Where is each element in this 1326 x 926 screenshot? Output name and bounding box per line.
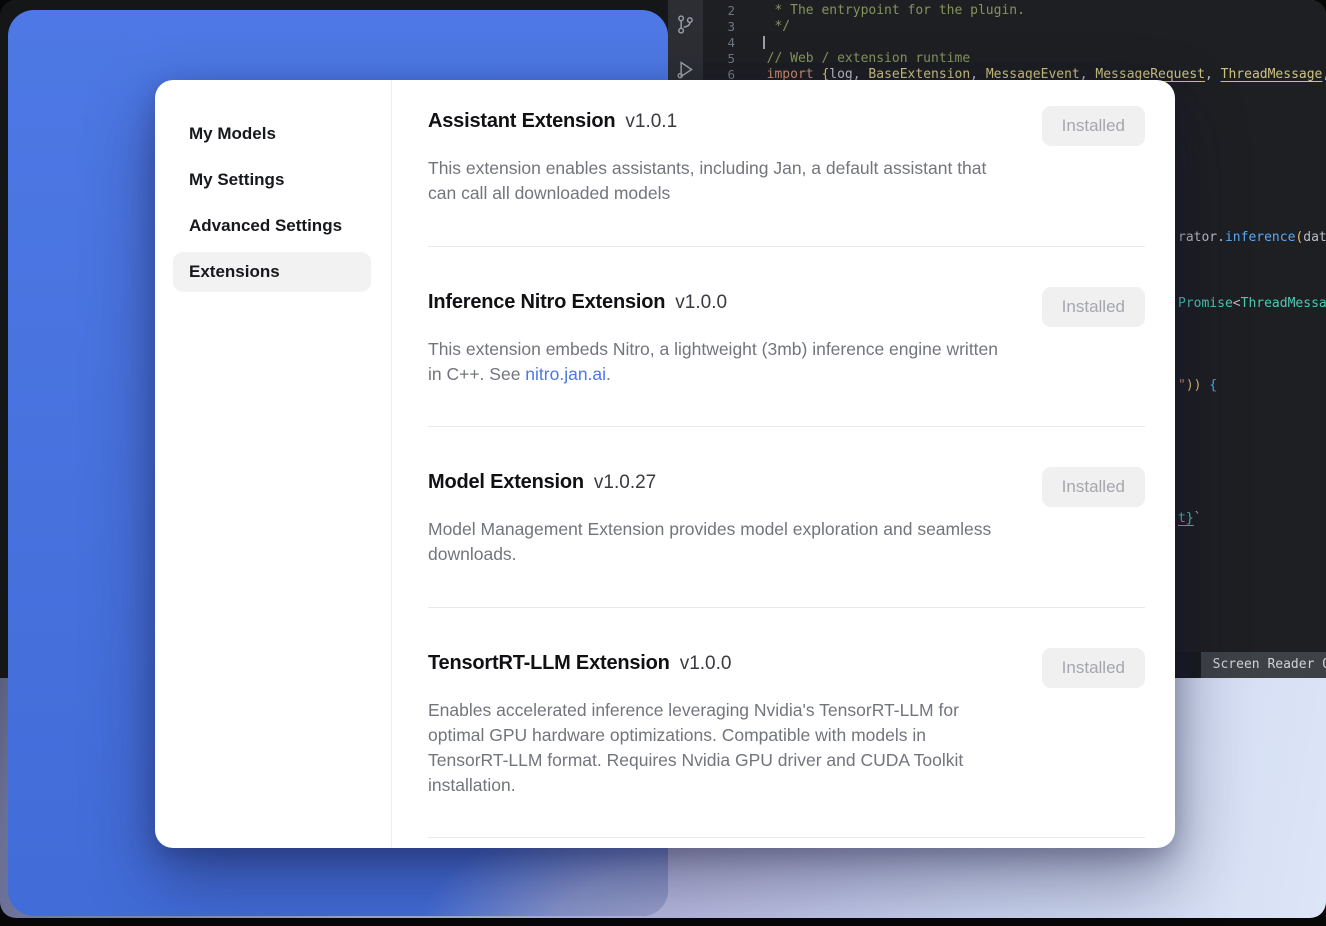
sidebar-item-my-models[interactable]: My Models xyxy=(173,114,371,154)
extension-name: TensortRT-LLM Extension xyxy=(428,652,670,674)
installed-button[interactable]: Installed xyxy=(1042,106,1145,146)
extensions-list: Assistant Extension v1.0.1 Installed This… xyxy=(392,80,1175,848)
extension-row-tensorrt: TensortRT-LLM Extensionv1.0.0 Installed … xyxy=(428,608,1145,838)
code-token: " xyxy=(1178,378,1186,393)
installed-button[interactable]: Installed xyxy=(1042,467,1145,507)
extension-title: Model Extension v1.0.27 xyxy=(428,471,656,494)
code-token: rator xyxy=(1178,230,1217,245)
screen-reader-badge[interactable]: Screen Reader Optimized xyxy=(1201,652,1326,678)
settings-modal: My Models My Settings Advanced Settings … xyxy=(155,80,1175,848)
screenshot-stage: 2 * The entrypoint for the plugin.3 */45… xyxy=(0,0,1326,926)
nitro-jan-ai-link[interactable]: nitro.jan.ai xyxy=(525,364,606,384)
extension-name: Inference Nitro Extension xyxy=(428,291,665,313)
installed-button[interactable]: Installed xyxy=(1042,287,1145,327)
extension-name: Model Extension xyxy=(428,471,584,493)
code-fragment: t}` xyxy=(1178,511,1201,526)
sidebar-item-my-settings[interactable]: My Settings xyxy=(173,160,371,200)
code-token: Promise xyxy=(1178,296,1233,311)
description-text: This extension embeds Nitro, a lightweig… xyxy=(428,339,998,384)
code-token: t} xyxy=(1178,511,1194,526)
code-token: ` xyxy=(1194,511,1202,526)
extension-title: Inference Nitro Extension v1.0.0 xyxy=(428,291,727,314)
extension-row-model: Model Extension v1.0.27 Installed Model M… xyxy=(428,427,1145,608)
extension-name: Assistant Extension xyxy=(428,110,615,132)
code-token: ThreadMessage xyxy=(1241,296,1326,311)
code-token: . xyxy=(1217,230,1225,245)
code-fragment: Promise<ThreadMessage> xyxy=(1178,296,1326,311)
extension-title: Assistant Extension v1.0.1 xyxy=(428,110,677,133)
extension-version: v1.0.0 xyxy=(680,653,732,674)
extension-title: TensortRT-LLM Extension v1.0.0 xyxy=(428,652,731,675)
extension-description: Enables accelerated inference leveraging… xyxy=(428,698,1006,797)
extension-description: This extension embeds Nitro, a lightweig… xyxy=(428,337,1006,387)
code-token: )) xyxy=(1186,378,1202,393)
extension-version: v1.0.0 xyxy=(675,292,727,313)
description-text: . xyxy=(606,364,611,384)
code-token: inference xyxy=(1225,230,1295,245)
extension-version: v1.0.27 xyxy=(594,472,656,493)
code-token: < xyxy=(1233,296,1241,311)
code-fragment: ")) { xyxy=(1178,378,1217,393)
manual-installation-row: Manual Installation Select Select an ext… xyxy=(428,838,1145,848)
sidebar-item-advanced-settings[interactable]: Advanced Settings xyxy=(173,206,371,246)
code-token: data xyxy=(1303,230,1326,245)
settings-sidebar: My Models My Settings Advanced Settings … xyxy=(155,80,392,848)
code-fragment: rator.inference(data)); xyxy=(1178,230,1326,245)
extension-description: Model Management Extension provides mode… xyxy=(428,517,1006,567)
installed-button[interactable]: Installed xyxy=(1042,648,1145,688)
extension-version: v1.0.1 xyxy=(625,111,677,132)
sidebar-item-extensions[interactable]: Extensions xyxy=(173,252,371,292)
extension-row-nitro: Inference Nitro Extension v1.0.0 Installe… xyxy=(428,247,1145,428)
extension-row-assistant: Assistant Extensionv1.0.1 Installed This… xyxy=(428,110,1145,247)
extension-description: This extension enables assistants, inclu… xyxy=(428,156,1006,206)
code-token: { xyxy=(1201,378,1217,393)
